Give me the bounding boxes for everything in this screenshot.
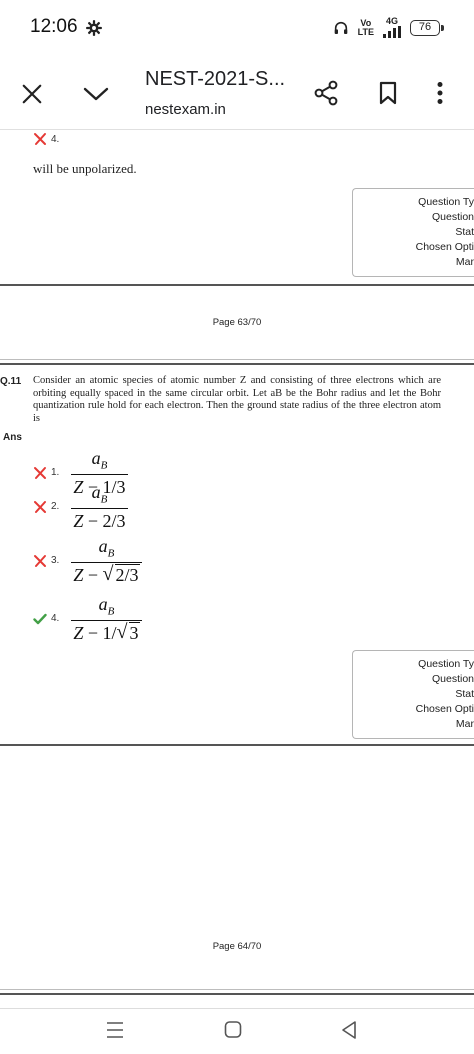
question-id: Q.11 [0, 376, 22, 387]
option-4: 4. aB Z − 1/3 [33, 594, 142, 644]
page-rule [0, 744, 474, 746]
signal-indicator: 4G [383, 17, 401, 38]
variable-z: Z [73, 564, 84, 585]
page-rule [0, 993, 474, 995]
recents-button[interactable] [106, 1019, 124, 1046]
info-line: Chosen Opti [415, 703, 474, 715]
option-formula: aB Z − 2/3 [71, 536, 142, 586]
prev-question-info-box: Question Ty Question Stat Chosen Opti Ma… [352, 188, 474, 277]
option-number: 1. [51, 467, 60, 479]
info-line: Stat [455, 688, 474, 700]
denominator-radicand: 2/3 [114, 563, 140, 585]
chevron-down-icon [83, 87, 109, 101]
sqrt-symbol: 2/3 [103, 563, 140, 586]
document-source: nestexam.in [145, 101, 226, 118]
home-icon [224, 1021, 242, 1038]
option-2: 2. aB Z − 2/3 [33, 482, 128, 532]
prev-option-number: 4. [51, 133, 60, 145]
question-text: Consider an atomic species of atomic num… [33, 375, 441, 424]
formula-denominator: Z − 2/3 [71, 561, 142, 586]
signal-bars-icon [383, 26, 401, 38]
info-line: Mar [455, 718, 474, 730]
share-icon [314, 80, 338, 106]
check-icon [33, 613, 47, 624]
cross-icon [34, 554, 46, 567]
bookmark-button[interactable] [375, 78, 401, 108]
numerator-base: a [98, 594, 108, 614]
back-icon [342, 1021, 356, 1039]
page-break [0, 989, 474, 990]
page-number: Page 63/70 [212, 317, 262, 328]
share-button[interactable] [311, 78, 341, 108]
page-number: Page 64/70 [212, 941, 262, 952]
cross-icon [34, 500, 46, 513]
volte-indicator: Vo LTE [357, 18, 374, 37]
info-line: Question Ty [418, 196, 474, 208]
back-button[interactable] [340, 1019, 358, 1046]
headphones-icon [334, 21, 347, 34]
title-block: NEST-2021-S... nestexam.in [145, 68, 285, 118]
volte-bottom: LTE [357, 26, 374, 37]
info-line: Mar [455, 256, 474, 268]
more-options-button[interactable] [430, 78, 450, 108]
numerator-sub: B [100, 493, 108, 506]
more-vert-icon [437, 82, 443, 104]
numerator-base: a [91, 482, 101, 502]
page-rule [0, 363, 474, 365]
info-line: Question [431, 673, 474, 685]
network-type: 4G [385, 16, 398, 26]
home-button[interactable] [224, 1019, 242, 1046]
gear-icon [86, 20, 102, 36]
app-bar: NEST-2021-S... nestexam.in [0, 56, 474, 130]
denominator-radicand: 3 [128, 621, 140, 643]
prev-option-text: will be unpolarized. [33, 161, 137, 176]
info-line: Chosen Opti [415, 241, 474, 253]
variable-z: Z [73, 510, 84, 531]
denominator-prefix: Z − [73, 564, 103, 585]
bookmark-icon [379, 81, 397, 105]
formula-numerator: aB [90, 482, 110, 508]
close-icon [22, 84, 42, 104]
numerator-base: a [98, 536, 108, 556]
pdf-viewer[interactable]: 4. will be unpolarized. Question Ty Ques… [0, 131, 474, 1008]
battery-icon: 76 [410, 19, 444, 36]
system-nav-bar [0, 1008, 474, 1054]
recents-icon [107, 1022, 123, 1038]
formula-numerator: aB [90, 448, 110, 474]
variable-z: Z [73, 622, 84, 643]
info-line: Question [431, 211, 474, 223]
document-title: NEST-2021-S... [145, 68, 286, 90]
info-line: Stat [455, 226, 474, 238]
answer-label: Ans [3, 432, 22, 443]
status-time: 12:06 [30, 16, 78, 37]
status-indicators: Vo LTE 4G 76 [333, 17, 444, 38]
formula-numerator: aB [97, 536, 117, 562]
prev-option-4: 4. [33, 132, 71, 146]
sqrt-symbol: 3 [117, 621, 140, 644]
info-line: Question Ty [418, 658, 474, 670]
close-button[interactable] [16, 78, 48, 110]
option-formula: aB Z − 1/3 [71, 594, 142, 644]
question-info-box: Question Ty Question Stat Chosen Opti Ma… [352, 650, 474, 739]
formula-denominator: Z − 2/3 [71, 507, 128, 532]
formula-denominator: Z − 1/3 [71, 619, 142, 644]
page-break [0, 359, 474, 360]
option-3: 3. aB Z − 2/3 [33, 536, 142, 586]
option-formula: aB Z − 2/3 [71, 482, 128, 532]
cross-icon [34, 466, 46, 479]
page-rule [0, 284, 474, 286]
option-number: 3. [51, 555, 60, 567]
option-number: 4. [51, 613, 60, 625]
numerator-base: a [91, 448, 101, 468]
cross-icon [34, 133, 46, 145]
denominator-prefix: Z − 1/ [73, 622, 117, 643]
formula-numerator: aB [97, 594, 117, 620]
collapse-button[interactable] [80, 78, 112, 110]
status-bar: 12:06 Vo LTE 4G 76 [0, 0, 474, 56]
option-number: 2. [51, 501, 60, 513]
numerator-sub: B [107, 605, 115, 618]
numerator-sub: B [100, 459, 108, 472]
numerator-sub: B [107, 547, 115, 560]
